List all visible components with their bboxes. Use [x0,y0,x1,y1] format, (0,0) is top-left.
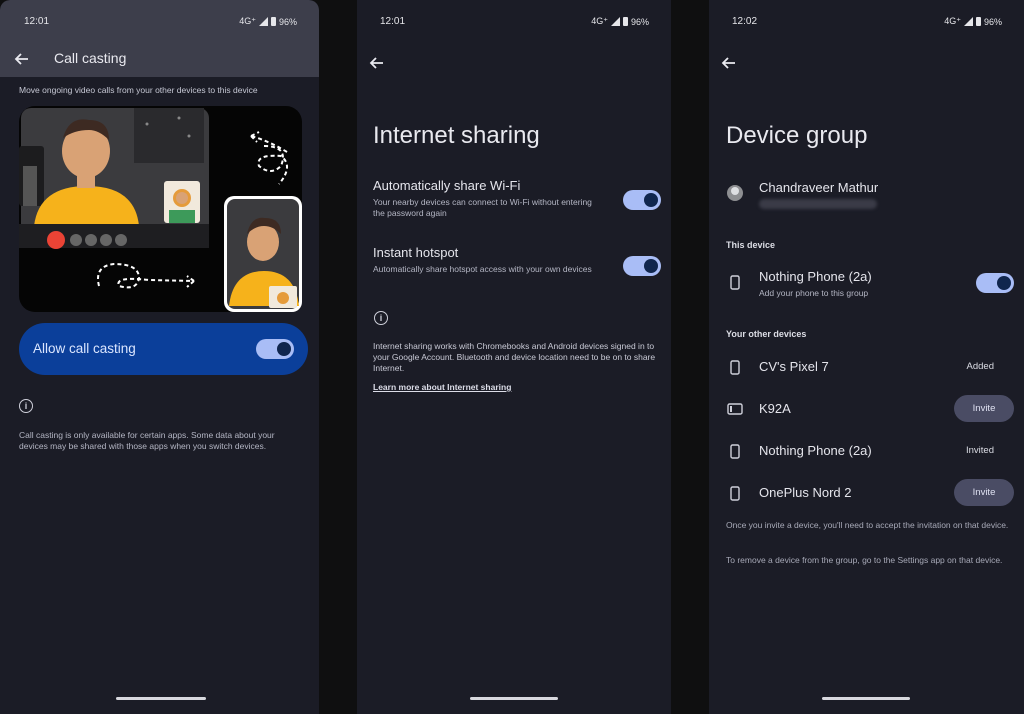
status-time: 12:01 [24,16,50,27]
top-app-bar [0,0,319,77]
page-title: Internet sharing [373,122,540,149]
setting-label: Automatically share Wi-Fi [373,178,521,193]
internet-sharing-screen: 12:01 4G⁺ 96% Internet sharing Automatic… [357,0,671,714]
home-indicator[interactable] [470,697,558,700]
signal-icon [610,17,620,26]
setting-description: Your nearby devices can connect to Wi-Fi… [373,197,592,218]
this-device-header: This device [726,240,776,250]
call-casting-screen: 12:01 4G⁺ 96% Call casting Move ongoing … [0,0,319,714]
back-arrow-icon[interactable] [368,54,386,72]
remove-note: To remove a device from the group, go to… [726,555,1003,565]
phone-icon [730,444,740,459]
battery-icon [270,17,276,26]
info-icon: i [374,311,388,325]
page-title: Device group [726,122,868,149]
auto-share-wifi-toggle[interactable] [623,190,661,210]
invite-button[interactable]: Invite [954,395,1014,422]
home-indicator[interactable] [822,697,910,700]
allow-call-casting-label: Allow call casting [33,341,136,356]
battery-level: 96% [983,16,1002,27]
tablet-icon [727,403,743,415]
allow-call-casting-row[interactable]: Allow call casting [19,323,308,375]
info-text: Internet sharing works with Chromebooks … [373,341,656,373]
device-row[interactable]: OnePlus Nord 2 Invite [726,478,1014,508]
invite-button[interactable]: Invite [954,479,1014,506]
signal-icon [258,17,268,26]
status-bar: 12:01 4G⁺ 96% [0,15,319,29]
setting-description: Automatically share hotspot access with … [373,264,592,274]
signal-icon [963,17,973,26]
invite-note: Once you invite a device, you'll need to… [726,520,1009,530]
device-row[interactable]: K92A Invite [726,394,1014,424]
back-arrow-icon[interactable] [720,54,738,72]
call-casting-illustration [19,106,302,312]
auto-share-wifi-row[interactable]: Automatically share Wi-Fi Your nearby de… [373,178,663,228]
info-text: Call casting is only available for certa… [19,430,275,451]
device-name: Nothing Phone (2a) [759,443,872,458]
instant-hotspot-row[interactable]: Instant hotspot Automatically share hots… [373,245,663,295]
status-time: 12:01 [380,16,406,27]
phone-icon [730,275,740,290]
back-arrow-icon[interactable] [13,50,31,68]
page-title: Call casting [54,50,127,66]
phone-icon [730,486,740,501]
account-email-blurred [759,199,877,209]
info-icon: i [19,399,33,413]
device-name: K92A [759,401,791,416]
this-device-row[interactable]: Nothing Phone (2a) Add your phone to thi… [726,267,1019,307]
this-device-toggle[interactable] [976,273,1014,293]
instant-hotspot-toggle[interactable] [623,256,661,276]
device-name: CV's Pixel 7 [759,359,829,374]
battery-level: 96% [630,16,649,27]
network-indicator: 4G⁺ [944,16,961,26]
phone-icon [730,360,740,375]
network-indicator: 4G⁺ [239,16,256,26]
other-devices-header: Your other devices [726,329,807,339]
battery-icon [975,17,981,26]
battery-level: 96% [278,16,297,27]
allow-call-casting-toggle[interactable] [256,339,294,359]
network-indicator: 4G⁺ [591,16,608,26]
device-status: Added [966,361,994,372]
account-avatar [727,185,743,201]
battery-icon [622,17,628,26]
this-device-desc: Add your phone to this group [759,288,869,298]
device-row[interactable]: CV's Pixel 7 Added [726,352,1014,382]
setting-label: Instant hotspot [373,245,459,260]
home-indicator[interactable] [116,697,206,700]
page-subtitle: Move ongoing video calls from your other… [19,85,258,95]
device-name: OnePlus Nord 2 [759,485,852,500]
device-group-screen: 12:02 4G⁺ 96% Device group Chandraveer M… [709,0,1024,714]
status-time: 12:02 [732,16,758,27]
this-device-name: Nothing Phone (2a) [759,269,872,284]
status-bar: 12:01 4G⁺ 96% [357,15,671,29]
account-name: Chandraveer Mathur [759,180,879,195]
device-row[interactable]: Nothing Phone (2a) Invited [726,436,1014,466]
device-status: Invited [966,445,994,456]
learn-more-link[interactable]: Learn more about Internet sharing [373,382,511,392]
status-bar: 12:02 4G⁺ 96% [709,15,1024,29]
